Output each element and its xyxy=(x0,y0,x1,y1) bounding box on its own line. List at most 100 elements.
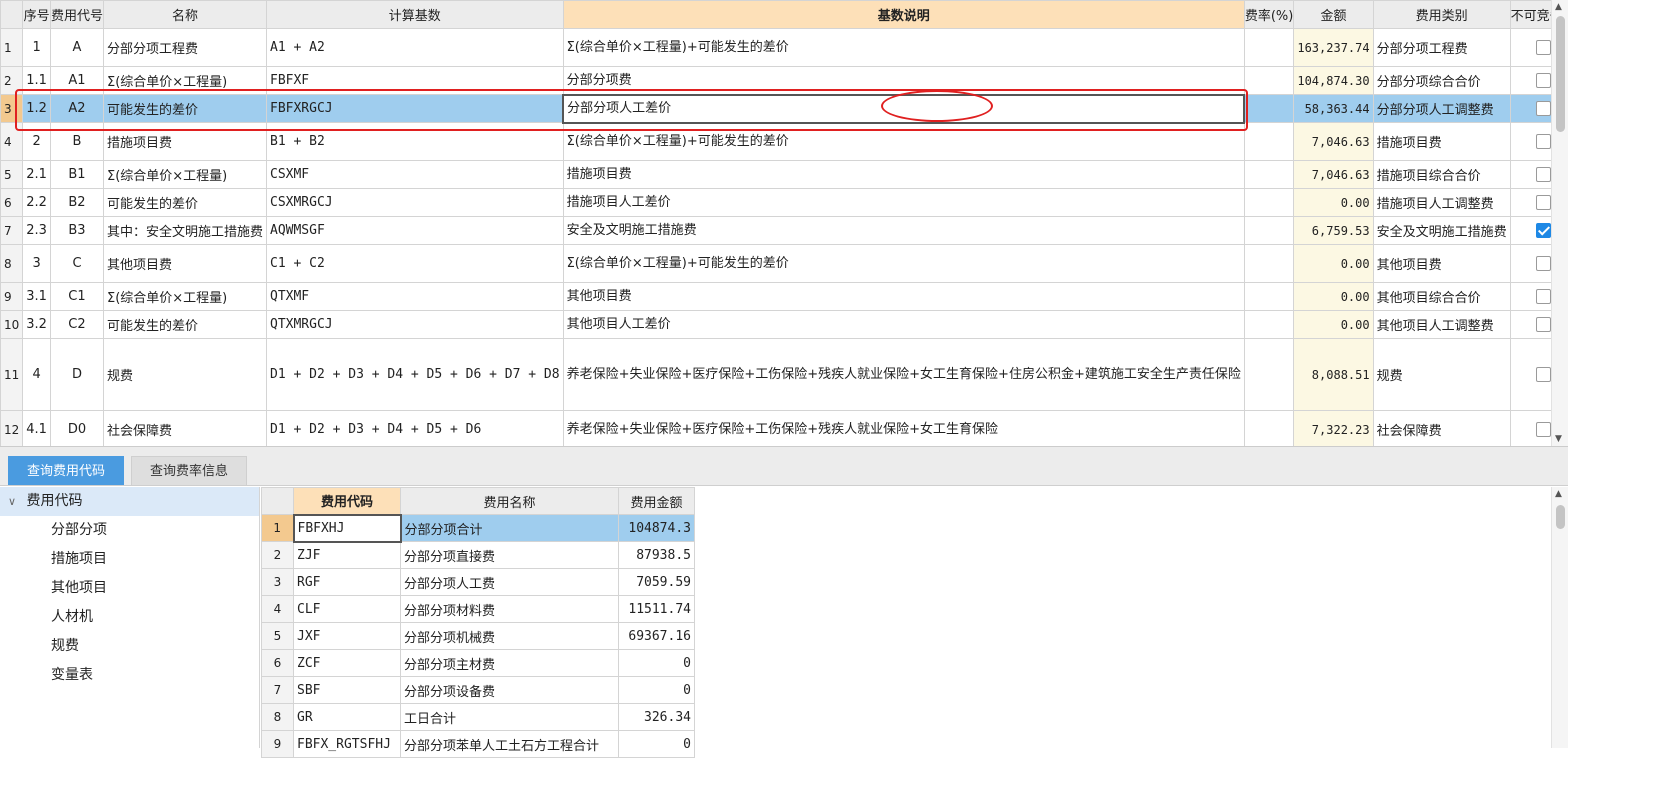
cell-amount[interactable]: 7,322.23 xyxy=(1293,410,1374,446)
tree-item-rcj[interactable]: 人材机 xyxy=(0,603,259,632)
cell-name[interactable]: 规费 xyxy=(102,338,268,411)
cell-fee-amount[interactable]: 0 xyxy=(618,676,695,704)
cell-base-desc[interactable]: 措施项目人工差价 xyxy=(562,188,1245,217)
table-row[interactable]: 8 3 C 其他项目费 C1 + C2 Σ(综合单价×工程量)+可能发生的差价 0.00 其他… xyxy=(0,244,1568,283)
table-row[interactable]: 9 FBFX_RGTSFHJ 分部分项苯单人工土石方工程合计 0 xyxy=(261,730,695,758)
cell-fee-name[interactable]: 分部分项合计 xyxy=(400,514,619,542)
table-row[interactable]: 1 1 A 分部分项工程费 A1 + A2 Σ(综合单价×工程量)+可能发生的差价 163,… xyxy=(0,28,1568,67)
cell-base-desc[interactable]: Σ(综合单价×工程量)+可能发生的差价 xyxy=(562,122,1245,161)
cell-base[interactable]: C1 + C2 xyxy=(266,244,564,283)
row-number[interactable]: 6 xyxy=(0,188,24,217)
cell-category[interactable]: 其他项目人工调整费 xyxy=(1372,310,1511,339)
tab-query-rate-info[interactable]: 查询费率信息 xyxy=(131,456,248,485)
cell-seq[interactable]: 3.1 xyxy=(22,282,51,311)
row-number[interactable]: 2 xyxy=(0,66,24,95)
scroll-up-icon[interactable]: ▲ xyxy=(1555,489,1562,499)
cell-code[interactable]: D xyxy=(49,338,104,411)
row-number[interactable]: 8 xyxy=(0,244,24,283)
table-row[interactable]: 10 3.2 C2 可能发生的差价 QTXMRGCJ 其他项目人工差价 0.00 其他项目人工… xyxy=(0,310,1568,339)
header-amount[interactable]: 金额 xyxy=(1293,0,1374,29)
cell-seq[interactable]: 2.2 xyxy=(22,188,51,217)
cell-code[interactable]: B1 xyxy=(49,160,104,189)
table-row[interactable]: 4 2 B 措施项目费 B1 + B2 Σ(综合单价×工程量)+可能发生的差价 7,046.… xyxy=(0,122,1568,161)
cell-code[interactable]: A xyxy=(49,28,104,67)
cell-rate[interactable] xyxy=(1243,122,1295,161)
cell-fee-amount[interactable]: 104874.3 xyxy=(618,514,695,542)
cell-fee-amount[interactable]: 0 xyxy=(618,730,695,758)
scrollbar-thumb[interactable] xyxy=(1556,16,1565,132)
noncompetitive-checkbox[interactable] xyxy=(1535,167,1551,182)
cell-base-desc[interactable]: 养老保险+失业保险+医疗保险+工伤保险+残疾人就业保险+女工生育保险 xyxy=(562,410,1245,446)
cell-base[interactable]: FBFXRGCJ xyxy=(266,94,564,123)
row-number[interactable]: 4 xyxy=(0,122,24,161)
noncompetitive-checkbox[interactable] xyxy=(1535,256,1551,271)
code-vertical-scrollbar[interactable]: ▲ xyxy=(1551,487,1568,748)
cell-fee-name[interactable]: 分部分项材料费 xyxy=(400,595,619,623)
cell-category[interactable]: 分部分项综合合价 xyxy=(1372,66,1511,95)
cell-seq[interactable]: 1.2 xyxy=(22,94,51,123)
cell-amount[interactable]: 7,046.63 xyxy=(1293,160,1374,189)
header-seq[interactable]: 序号 xyxy=(22,0,51,29)
cell-code[interactable]: A2 xyxy=(49,94,104,123)
cell-amount[interactable]: 0.00 xyxy=(1293,244,1374,283)
cell-name[interactable]: Σ(综合单价×工程量) xyxy=(102,160,268,189)
cell-name[interactable]: 其中：安全文明施工措施费 xyxy=(102,216,268,245)
row-number[interactable]: 8 xyxy=(261,703,294,731)
cell-category[interactable]: 规费 xyxy=(1372,338,1511,411)
cell-base-desc[interactable]: 其他项目人工差价 xyxy=(562,310,1245,339)
cell-seq[interactable]: 4 xyxy=(22,338,51,411)
tree-item-gf[interactable]: 规费 xyxy=(0,632,259,661)
noncompetitive-checkbox[interactable] xyxy=(1535,134,1551,149)
cell-base-desc[interactable]: 安全及文明施工措施费 xyxy=(562,216,1245,245)
cell-category[interactable]: 分部分项人工调整费 xyxy=(1372,94,1511,123)
tree-item-csxm[interactable]: 措施项目 xyxy=(0,545,259,574)
cell-base[interactable]: CSXMRGCJ xyxy=(266,188,564,217)
row-number[interactable]: 6 xyxy=(261,649,294,677)
cell-rate[interactable] xyxy=(1243,28,1295,67)
row-number[interactable]: 3 xyxy=(261,568,294,596)
cell-seq[interactable]: 1 xyxy=(22,28,51,67)
cell-fee-code[interactable]: FBFX_RGTSFHJ xyxy=(293,730,401,758)
noncompetitive-checkbox[interactable] xyxy=(1535,73,1551,88)
noncompetitive-checkbox[interactable] xyxy=(1535,223,1551,238)
cell-name[interactable]: 可能发生的差价 xyxy=(102,310,268,339)
cell-fee-amount[interactable]: 11511.74 xyxy=(618,595,695,623)
cell-fee-code[interactable]: CLF xyxy=(293,595,401,623)
noncompetitive-checkbox[interactable] xyxy=(1535,101,1551,116)
cell-base[interactable]: QTXMRGCJ xyxy=(266,310,564,339)
row-number[interactable]: 7 xyxy=(261,676,294,704)
noncompetitive-checkbox[interactable] xyxy=(1535,422,1551,437)
cell-category[interactable]: 措施项目费 xyxy=(1372,122,1511,161)
cell-amount[interactable]: 0.00 xyxy=(1293,310,1374,339)
cell-base-desc[interactable]: Σ(综合单价×工程量)+可能发生的差价 xyxy=(562,244,1245,283)
cell-seq[interactable]: 4.1 xyxy=(22,410,51,446)
cell-fee-amount[interactable]: 326.34 xyxy=(618,703,695,731)
cell-fee-name[interactable]: 分部分项主材费 xyxy=(400,649,619,677)
cell-code[interactable]: C xyxy=(49,244,104,283)
cell-fee-name[interactable]: 分部分项苯单人工土石方工程合计 xyxy=(400,730,619,758)
table-row[interactable]: 8 GR 工日合计 326.34 xyxy=(261,703,695,731)
cell-rate[interactable] xyxy=(1243,188,1295,217)
scroll-up-icon[interactable]: ▲ xyxy=(1555,2,1562,12)
row-number[interactable]: 3 xyxy=(0,94,24,123)
cell-rate[interactable] xyxy=(1243,66,1295,95)
table-row[interactable]: 9 3.1 C1 Σ(综合单价×工程量) QTXMF 其他项目费 0.00 其他项目综合合价 xyxy=(0,282,1568,311)
cell-name[interactable]: 可能发生的差价 xyxy=(102,188,268,217)
scrollbar-thumb[interactable] xyxy=(1556,505,1565,529)
cell-fee-amount[interactable]: 87938.5 xyxy=(618,541,695,569)
row-number[interactable]: 1 xyxy=(261,514,294,542)
cell-base[interactable]: D1 + D2 + D3 + D4 + D5 + D6 + D7 + D8 xyxy=(266,338,564,411)
cell-fee-amount[interactable]: 69367.16 xyxy=(618,622,695,650)
cell-amount[interactable]: 8,088.51 xyxy=(1293,338,1374,411)
row-number[interactable]: 9 xyxy=(0,282,24,311)
cell-seq[interactable]: 3 xyxy=(22,244,51,283)
cell-base-desc[interactable]: 分部分项人工差价 xyxy=(562,93,1246,124)
cell-amount[interactable]: 104,874.30 xyxy=(1293,66,1374,95)
header-category[interactable]: 费用类别 xyxy=(1372,0,1511,29)
cell-seq[interactable]: 2.3 xyxy=(22,216,51,245)
code-header-name[interactable]: 费用名称 xyxy=(400,487,619,515)
cell-fee-code[interactable]: JXF xyxy=(293,622,401,650)
chevron-down-icon[interactable]: ∨ xyxy=(8,487,22,516)
cell-code[interactable]: B xyxy=(49,122,104,161)
cell-code[interactable]: D0 xyxy=(49,410,104,446)
